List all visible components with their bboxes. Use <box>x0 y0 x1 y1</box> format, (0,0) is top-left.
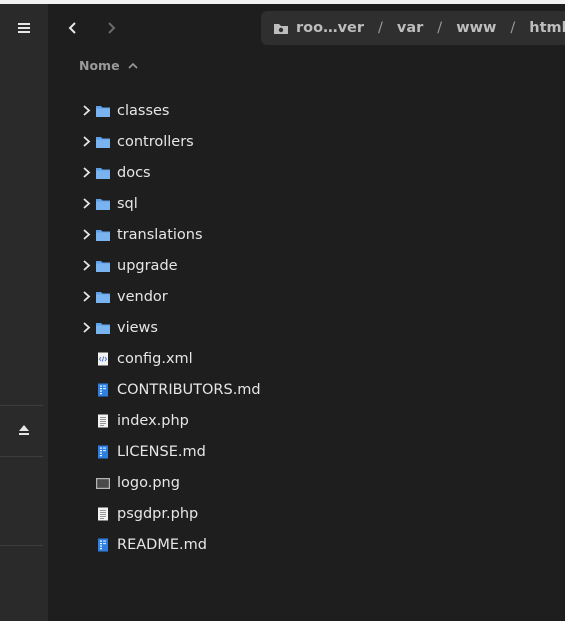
file-name: vendor <box>117 288 168 305</box>
folder-row-controllers[interactable]: controllers <box>79 126 509 157</box>
folder-row-vendor[interactable]: vendor <box>79 281 509 312</box>
folder-icon <box>96 260 110 272</box>
sidebar <box>0 4 48 621</box>
drive-icon <box>274 23 288 34</box>
folder-icon <box>96 322 110 334</box>
breadcrumb-segment-www[interactable]: www <box>456 20 496 36</box>
expander-chevron-icon[interactable] <box>79 197 93 211</box>
folder-row-views[interactable]: views <box>79 312 509 343</box>
file-name: translations <box>117 226 203 243</box>
breadcrumb-separator: / <box>437 20 443 36</box>
file-name: upgrade <box>117 257 178 274</box>
expander-chevron-icon[interactable] <box>79 228 93 242</box>
file-name: index.php <box>117 412 189 429</box>
file-list: classes controllers docs sql translation… <box>79 95 509 560</box>
markdown-file-icon <box>98 445 108 458</box>
breadcrumb-segment-root[interactable]: roo…ver <box>296 20 364 36</box>
folder-row-docs[interactable]: docs <box>79 157 509 188</box>
xml-file-icon <box>98 352 108 365</box>
back-button[interactable] <box>61 18 85 38</box>
breadcrumb-separator: / <box>510 20 516 36</box>
hamburger-menu-icon[interactable] <box>0 16 48 40</box>
folder-icon <box>96 105 110 117</box>
text-file-icon <box>98 414 108 427</box>
file-row[interactable]: README.md <box>79 529 509 560</box>
breadcrumb: roo…ver / var / www / html <box>261 11 565 45</box>
eject-icon[interactable] <box>0 418 48 442</box>
name-column-label: Nome <box>79 58 120 73</box>
breadcrumb-segment-html[interactable]: html <box>529 20 565 36</box>
markdown-file-icon <box>98 383 108 396</box>
breadcrumb-separator: / <box>378 20 383 36</box>
chevron-left-icon <box>68 22 76 34</box>
file-name: docs <box>117 164 151 181</box>
expander-chevron-icon[interactable] <box>79 259 93 273</box>
sidebar-divider <box>0 405 43 406</box>
expander-chevron-icon[interactable] <box>79 104 93 118</box>
folder-icon <box>96 136 110 148</box>
image-file-icon <box>96 477 110 489</box>
markdown-file-icon <box>98 538 108 551</box>
name-column-header[interactable]: Nome <box>79 58 138 73</box>
file-row[interactable]: psgdpr.php <box>79 498 509 529</box>
forward-button[interactable] <box>99 18 123 38</box>
expander-chevron-icon[interactable] <box>79 321 93 335</box>
file-name: sql <box>117 195 138 212</box>
folder-icon <box>96 229 110 241</box>
chevron-right-icon <box>108 22 116 34</box>
folder-row-classes[interactable]: classes <box>79 95 509 126</box>
file-name: controllers <box>117 133 194 150</box>
file-row[interactable]: logo.png <box>79 467 509 498</box>
folder-icon <box>96 198 110 210</box>
file-row[interactable]: index.php <box>79 405 509 436</box>
sidebar-divider <box>0 456 43 457</box>
folder-row-upgrade[interactable]: upgrade <box>79 250 509 281</box>
file-browser-main: roo…ver / var / www / html Nome classes … <box>48 4 565 621</box>
breadcrumb-segment-var[interactable]: var <box>397 20 423 36</box>
sidebar-divider <box>0 545 43 546</box>
folder-icon <box>96 167 110 179</box>
folder-row-translations[interactable]: translations <box>79 219 509 250</box>
file-name: logo.png <box>117 474 180 491</box>
folder-icon <box>96 291 110 303</box>
file-row[interactable]: CONTRIBUTORS.md <box>79 374 509 405</box>
file-row[interactable]: config.xml <box>79 343 509 374</box>
file-name: CONTRIBUTORS.md <box>117 381 261 398</box>
file-name: classes <box>117 102 170 119</box>
file-name: LICENSE.md <box>117 443 206 460</box>
file-name: views <box>117 319 158 336</box>
expander-chevron-icon[interactable] <box>79 135 93 149</box>
chevron-up-icon <box>127 62 138 69</box>
file-row[interactable]: LICENSE.md <box>79 436 509 467</box>
file-name: psgdpr.php <box>117 505 199 522</box>
file-name: config.xml <box>117 350 193 367</box>
text-file-icon <box>98 507 108 520</box>
file-name: README.md <box>117 536 207 553</box>
expander-chevron-icon[interactable] <box>79 166 93 180</box>
expander-chevron-icon[interactable] <box>79 290 93 304</box>
folder-row-sql[interactable]: sql <box>79 188 509 219</box>
